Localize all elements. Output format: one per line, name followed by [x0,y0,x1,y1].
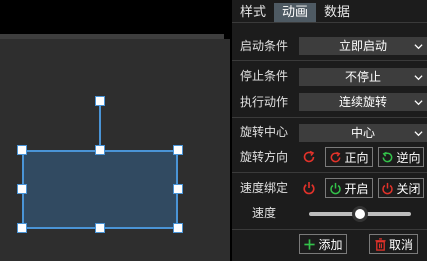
resize-handle-top-left[interactable] [17,145,27,155]
chevron-down-icon [414,100,423,106]
power-icon [330,182,342,194]
start-condition-select[interactable]: 立即启动 [299,37,427,55]
action-select[interactable]: 连续旋转 [299,93,427,111]
speed-binding-label: 速度绑定 [240,181,289,195]
resize-handle-left[interactable] [17,184,27,194]
chevron-down-icon [414,131,423,137]
start-condition-label: 启动条件 [240,39,289,53]
rotate-reverse-label: 逆向 [396,150,421,165]
rotation-center-select[interactable]: 中心 [299,124,427,142]
resize-handle-top-right[interactable] [173,145,183,155]
resize-handle-bottom[interactable] [95,223,105,233]
resize-handle-right[interactable] [173,184,183,194]
selected-rectangle-shape[interactable] [22,150,178,229]
chevron-down-icon [414,75,423,81]
stop-condition-label: 停止条件 [240,69,289,83]
rotation-center-label: 旋转中心 [240,125,289,139]
tab-animation[interactable]: 动画 [274,3,317,22]
action-value: 连续旋转 [338,95,387,109]
properties-panel: 样式 动画 数据 启动条件 立即启动 停止条件 不停止 执行动作 连续旋转 旋转… [232,0,427,261]
speed-binding-on-button[interactable]: 开启 [325,178,373,198]
tab-style[interactable]: 样式 [232,3,274,22]
panel-tabs: 样式 动画 数据 [232,3,358,22]
power-icon[interactable] [302,181,316,195]
speed-label: 速度 [252,206,277,220]
rotation-center-value: 中心 [350,126,375,140]
speed-binding-on-label: 开启 [344,181,369,196]
section-divider [232,60,427,61]
tab-data[interactable]: 数据 [316,3,358,22]
stop-condition-value: 不停止 [344,70,381,84]
rotate-icon[interactable] [302,150,316,164]
rotation-handle-stem [99,104,101,150]
rotation-direction-label: 旋转方向 [240,150,289,164]
resize-handle-bottom-right[interactable] [173,223,183,233]
section-divider [232,172,427,173]
cancel-button[interactable]: 取消 [369,234,418,254]
stop-condition-select[interactable]: 不停止 [299,68,427,86]
resize-handle-top[interactable] [95,145,105,155]
resize-handle-bottom-left[interactable] [17,223,27,233]
start-condition-value: 立即启动 [338,39,387,53]
rotate-forward-label: 正向 [344,150,369,165]
add-label: 添加 [318,237,343,252]
rotation-handle[interactable] [95,96,105,106]
rotate-reverse-button[interactable]: 逆向 [378,147,424,167]
canvas-top-bar [0,0,232,30]
cancel-label: 取消 [388,237,413,252]
rotate-cw-icon [331,151,341,162]
speed-slider-thumb[interactable] [352,206,368,222]
speed-binding-off-label: 关闭 [396,181,421,196]
section-divider [232,229,427,230]
power-icon [382,182,394,194]
trash-icon [375,237,386,251]
add-button[interactable]: 添加 [299,234,347,254]
rotate-forward-button[interactable]: 正向 [325,147,373,167]
tab-bar-divider [232,22,427,23]
action-label: 执行动作 [240,95,289,109]
rotate-ccw-icon [383,151,393,162]
plus-icon [304,238,316,250]
section-divider [232,117,427,118]
speed-binding-off-button[interactable]: 关闭 [378,178,424,198]
chevron-down-icon [414,44,423,50]
